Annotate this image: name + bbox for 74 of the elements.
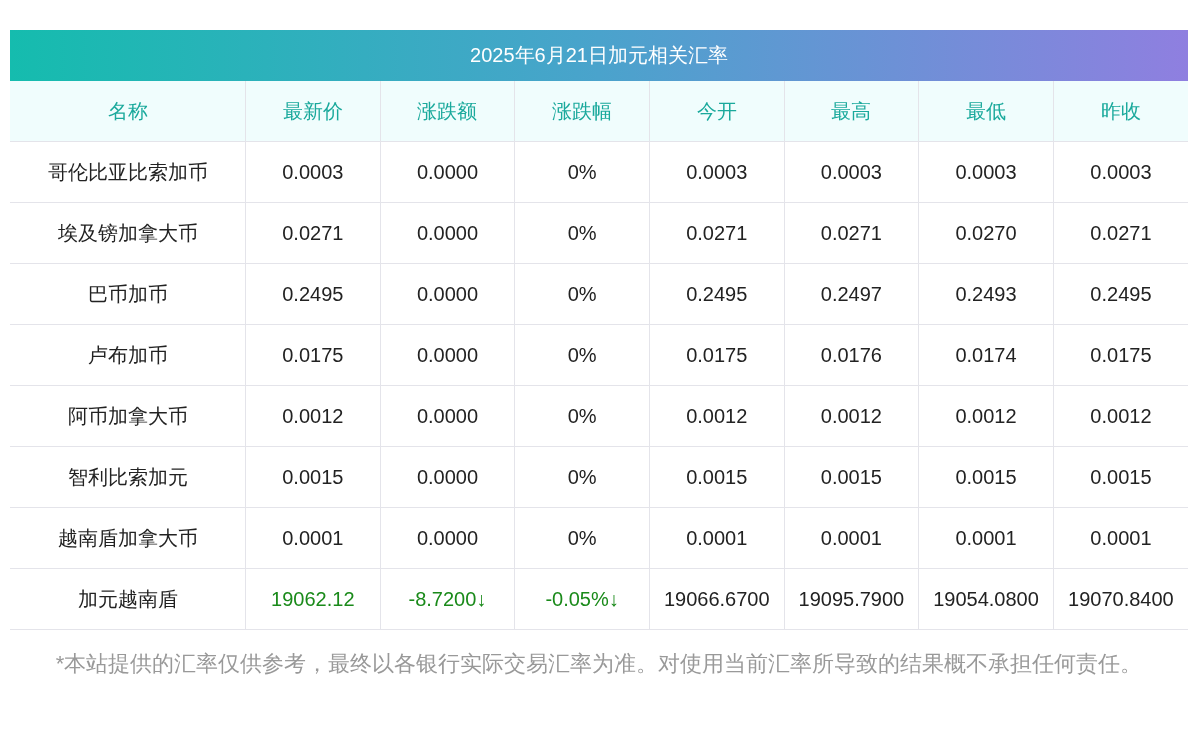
currency-pair-cell: 加元越南盾 <box>10 568 246 630</box>
column-header: 最高 <box>784 81 919 142</box>
table-cell: 19095.7900 <box>784 568 919 630</box>
table-cell: 19054.0800 <box>918 568 1054 630</box>
table-cell: 0.2497 <box>784 263 919 325</box>
column-header: 名称 <box>10 81 246 142</box>
table-cell: -8.7200↓ <box>380 568 515 630</box>
table-cell: 0.0175 <box>649 324 785 386</box>
table-cell: 0.0000 <box>380 446 515 508</box>
table-cell: 19066.6700 <box>649 568 785 630</box>
table-cell: 0.0003 <box>1053 141 1188 203</box>
table-cell: 0.0174 <box>918 324 1054 386</box>
table-cell: 0.0175 <box>1053 324 1188 386</box>
table-cell: 0% <box>514 324 650 386</box>
column-header: 昨收 <box>1053 81 1188 142</box>
table-cell: 0.0000 <box>380 507 515 569</box>
currency-pair-cell: 哥伦比亚比索加币 <box>10 141 246 203</box>
table-cell: 0.0012 <box>918 385 1054 447</box>
table-cell: 0.0015 <box>245 446 381 508</box>
table-cell: 0.0001 <box>649 507 785 569</box>
column-header: 最新价 <box>245 81 381 142</box>
table-cell: 0.0003 <box>784 141 919 203</box>
table-cell: -0.05%↓ <box>514 568 650 630</box>
column-header: 涨跌额 <box>380 81 515 142</box>
table-cell: 0.2495 <box>245 263 381 325</box>
table-cell: 0.0176 <box>784 324 919 386</box>
table-cell: 0.0271 <box>649 202 785 264</box>
currency-pair-cell: 埃及镑加拿大币 <box>10 202 246 264</box>
table-cell: 0% <box>514 507 650 569</box>
table-cell: 0.0001 <box>784 507 919 569</box>
table-cell: 0% <box>514 263 650 325</box>
table-cell: 0.0271 <box>784 202 919 264</box>
table-cell: 0.0003 <box>918 141 1054 203</box>
currency-pair-cell: 智利比索加元 <box>10 446 246 508</box>
table-cell: 19062.12 <box>245 568 381 630</box>
table-cell: 0.0012 <box>245 385 381 447</box>
currency-pair-cell: 卢布加币 <box>10 324 246 386</box>
table-cell: 0.2495 <box>649 263 785 325</box>
table-cell: 0.2495 <box>1053 263 1188 325</box>
table-cell: 19070.8400 <box>1053 568 1188 630</box>
table-cell: 0% <box>514 385 650 447</box>
table-cell: 0.0271 <box>1053 202 1188 264</box>
currency-pair-cell: 阿币加拿大币 <box>10 385 246 447</box>
table-cell: 0.0012 <box>784 385 919 447</box>
table-cell: 0.0003 <box>245 141 381 203</box>
currency-pair-cell: 巴币加币 <box>10 263 246 325</box>
table-cell: 0.0001 <box>1053 507 1188 569</box>
table-cell: 0% <box>514 202 650 264</box>
disclaimer-note: *本站提供的汇率仅供参考，最终以各银行实际交易汇率为准。对使用当前汇率所导致的结果概不承担任何责任。 <box>54 650 1144 678</box>
table-cell: 0.0015 <box>784 446 919 508</box>
table-cell: 0.0012 <box>1053 385 1188 447</box>
table-cell: 0.0000 <box>380 385 515 447</box>
table-cell: 0.0015 <box>918 446 1054 508</box>
table-cell: 0.0270 <box>918 202 1054 264</box>
table-cell: 0.0001 <box>245 507 381 569</box>
table-cell: 0.0000 <box>380 202 515 264</box>
column-header: 最低 <box>918 81 1054 142</box>
table-cell: 0.0000 <box>380 141 515 203</box>
column-header: 涨跌幅 <box>514 81 650 142</box>
table-cell: 0.0001 <box>918 507 1054 569</box>
column-header: 今开 <box>649 81 785 142</box>
table-title: 2025年6月21日加元相关汇率 <box>10 30 1188 81</box>
table-cell: 0.0000 <box>380 324 515 386</box>
table-cell: 0.0175 <box>245 324 381 386</box>
table-cell: 0.0015 <box>649 446 785 508</box>
table-cell: 0.0012 <box>649 385 785 447</box>
table-cell: 0.0003 <box>649 141 785 203</box>
table-cell: 0.2493 <box>918 263 1054 325</box>
table-cell: 0.0271 <box>245 202 381 264</box>
table-cell: 0% <box>514 446 650 508</box>
currency-pair-cell: 越南盾加拿大币 <box>10 507 246 569</box>
table-cell: 0.0000 <box>380 263 515 325</box>
table-cell: 0% <box>514 141 650 203</box>
table-cell: 0.0015 <box>1053 446 1188 508</box>
